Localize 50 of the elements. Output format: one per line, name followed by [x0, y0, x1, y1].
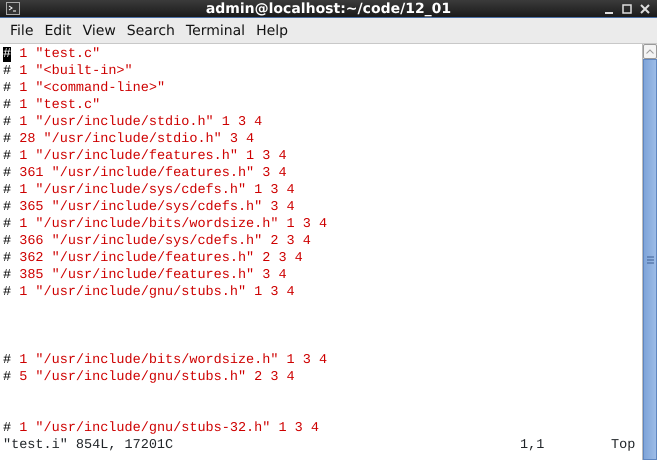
menu-item[interactable]: View — [76, 18, 121, 43]
code-text: # — [3, 183, 12, 198]
code-text: 385 "/usr/include/features.h" 3 4 — [19, 268, 287, 283]
code-text: 5 "/usr/include/gnu/stubs.h" 2 3 4 — [19, 370, 295, 385]
terminal-icon — [6, 2, 20, 15]
code-text: # — [3, 98, 12, 113]
code-text: 1 "/usr/include/features.h" 1 3 4 — [19, 149, 287, 164]
code-text: 1 "/usr/include/bits/wordsize.h" 1 3 4 — [19, 353, 328, 368]
code-text: # — [3, 64, 12, 79]
code-text: # — [3, 285, 12, 300]
code-text: # — [3, 217, 12, 232]
scroll-position: Top — [611, 437, 636, 454]
code-text: # — [3, 166, 12, 181]
code-text: # — [3, 81, 12, 96]
scrollbar-thumb[interactable] — [643, 59, 657, 460]
code-text: 366 "/usr/include/sys/cdefs.h" 2 3 4 — [19, 234, 311, 249]
code-text: 365 "/usr/include/sys/cdefs.h" 3 4 — [19, 200, 295, 215]
menu-item[interactable]: File — [4, 18, 38, 43]
code-text: 1 "<command-line>" — [19, 81, 166, 96]
menu-item[interactable]: Edit — [38, 18, 77, 43]
code-text: # — [3, 268, 12, 283]
code-text: 1 "/usr/include/gnu/stubs.h" 1 3 4 — [19, 285, 295, 300]
menu-item[interactable]: Help — [250, 18, 293, 43]
menu-item[interactable]: Terminal — [180, 18, 250, 43]
code-text: 1 "test.c" — [19, 98, 100, 113]
code-text: # — [3, 353, 12, 368]
code-text: 1 "/usr/include/bits/wordsize.h" 1 3 4 — [19, 217, 328, 232]
cursor: # — [3, 47, 12, 62]
code-text: 28 "/usr/include/stdio.h" 3 4 — [19, 132, 254, 147]
grip-icon — [646, 256, 654, 264]
code-text: 1 "/usr/include/gnu/stubs-32.h" 1 3 4 — [19, 421, 319, 436]
code-text: # — [3, 115, 12, 130]
code-text: # — [3, 200, 12, 215]
code-text: 1 "<built-in>" — [19, 64, 133, 79]
code-text: # — [3, 132, 12, 147]
code-text: # — [3, 149, 12, 164]
scroll-up-button[interactable] — [643, 44, 657, 59]
status-file-info: "test.i" 854L, 17201C — [3, 437, 174, 454]
code-text: 1 "test.c" — [19, 47, 100, 62]
code-text: # — [3, 234, 12, 249]
code-text: # — [3, 421, 12, 436]
code-text: # — [3, 370, 12, 385]
code-text: 362 "/usr/include/features.h" 2 3 4 — [19, 251, 303, 266]
code-text: 1 "/usr/include/sys/cdefs.h" 1 3 4 — [19, 183, 295, 198]
menu-item[interactable]: Search — [120, 18, 180, 43]
code-text: 361 "/usr/include/features.h" 3 4 — [19, 166, 287, 181]
code-text: 1 "/usr/include/stdio.h" 1 3 4 — [19, 115, 262, 130]
code-text: # — [3, 251, 12, 266]
window-title: admin@localhost:~/code/12_01 — [206, 1, 452, 17]
cursor-position: 1,1 — [520, 437, 546, 454]
